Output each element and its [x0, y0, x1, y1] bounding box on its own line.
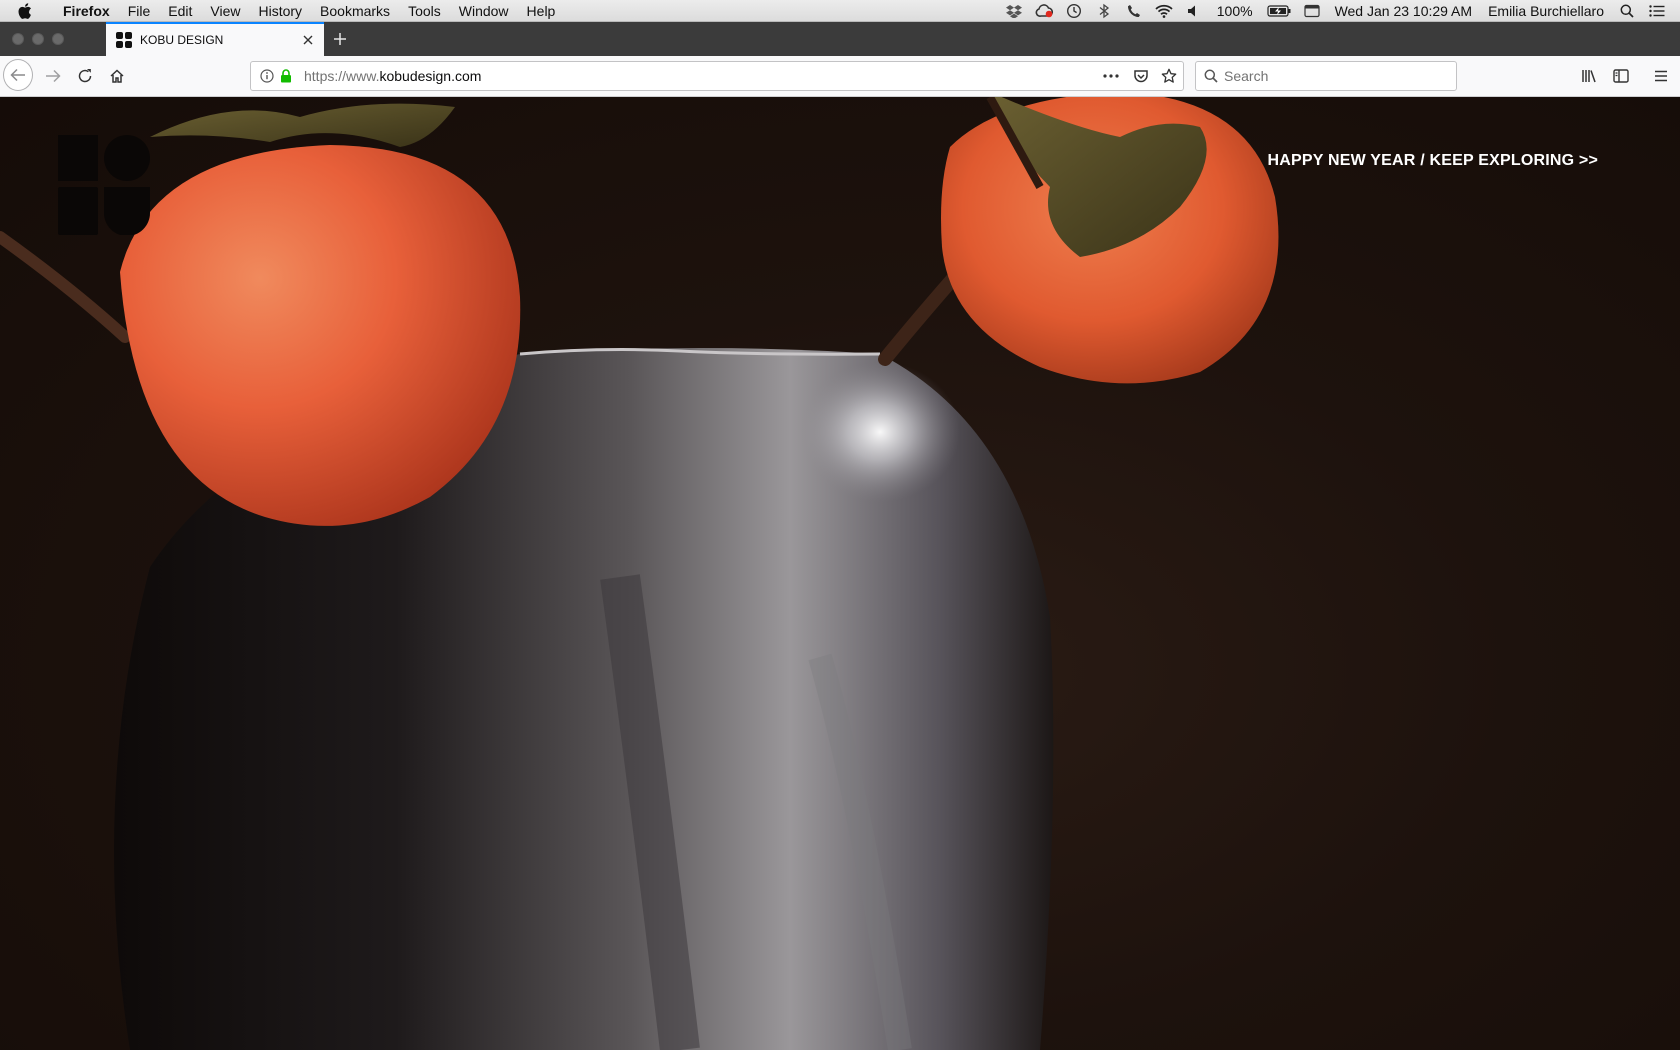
url-prefix: https://www. — [304, 68, 380, 84]
navigation-toolbar: https://www.kobudesign.com — [0, 56, 1680, 97]
menu-edit[interactable]: Edit — [159, 0, 201, 22]
happy-new-year-link[interactable]: HAPPY NEW YEAR / KEEP EXPLORING >> — [1268, 152, 1598, 170]
menu-help[interactable]: Help — [518, 0, 565, 22]
user-account-name[interactable]: Emilia Burchiellaro — [1488, 3, 1604, 19]
wifi-icon[interactable] — [1155, 3, 1173, 19]
bookmark-star-icon[interactable] — [1161, 68, 1177, 84]
clock-datetime[interactable]: Wed Jan 23 10:29 AM — [1335, 3, 1473, 19]
pocket-icon[interactable] — [1133, 68, 1149, 84]
page-hero: HAPPY NEW YEAR / KEEP EXPLORING >> — [0, 97, 1680, 1050]
secure-lock-icon — [280, 69, 292, 83]
search-input[interactable] — [1224, 68, 1444, 84]
home-icon — [110, 69, 124, 83]
url-bar[interactable]: https://www.kobudesign.com — [250, 61, 1184, 91]
hero-photo-persimmons-vase — [0, 97, 1279, 1050]
menu-view[interactable]: View — [201, 0, 249, 22]
library-button[interactable] — [1574, 61, 1604, 91]
battery-percentage: 100% — [1216, 3, 1253, 19]
search-bar[interactable] — [1195, 61, 1457, 91]
notification-center-icon[interactable] — [1648, 3, 1666, 19]
forward-arrow-icon — [46, 69, 61, 83]
open-menu-button[interactable] — [1646, 61, 1676, 91]
battery-icon[interactable] — [1266, 3, 1291, 19]
calendar-icon[interactable] — [1303, 3, 1321, 19]
menu-app-name[interactable]: Firefox — [54, 0, 119, 22]
time-machine-icon[interactable] — [1065, 3, 1083, 19]
kobu-favicon-icon — [116, 32, 132, 48]
tab-close-icon[interactable] — [300, 32, 316, 48]
tab-title: KOBU DESIGN — [140, 33, 224, 47]
minimize-window-button[interactable] — [32, 33, 44, 45]
page-actions-menu-icon[interactable] — [1103, 74, 1119, 78]
sidebar-toggle-button[interactable] — [1606, 61, 1636, 91]
spotlight-search-icon[interactable] — [1618, 3, 1636, 19]
search-icon — [1204, 69, 1218, 83]
url-text[interactable]: https://www.kobudesign.com — [304, 68, 481, 84]
macos-menubar: Firefox File Edit View History Bookmarks… — [0, 0, 1680, 22]
reload-button[interactable] — [70, 61, 100, 91]
menu-bookmarks[interactable]: Bookmarks — [311, 0, 399, 22]
tab-kobu-design[interactable]: KOBU DESIGN — [106, 22, 324, 56]
dropbox-icon[interactable] — [1005, 3, 1023, 19]
creative-cloud-icon[interactable] — [1035, 3, 1053, 19]
sidebar-icon — [1613, 69, 1629, 83]
menu-window[interactable]: Window — [450, 0, 518, 22]
volume-icon[interactable] — [1185, 3, 1203, 19]
library-icon — [1582, 70, 1596, 83]
menubar-status-area: 100% Wed Jan 23 10:29 AM Emilia Burchiel… — [999, 0, 1680, 22]
menu-file[interactable]: File — [119, 0, 160, 22]
kobu-logo-mark-icon — [58, 135, 150, 236]
phone-icon[interactable] — [1125, 3, 1143, 19]
forward-button[interactable] — [38, 61, 68, 91]
url-domain: kobudesign.com — [379, 68, 482, 84]
reload-icon — [78, 69, 92, 83]
tab-strip: KOBU DESIGN — [0, 22, 1680, 56]
apple-menu-icon[interactable] — [18, 0, 38, 22]
zoom-window-button[interactable] — [52, 33, 64, 45]
bluetooth-icon[interactable] — [1095, 3, 1113, 19]
url-bar-actions — [1103, 62, 1177, 90]
menu-tools[interactable]: Tools — [399, 0, 450, 22]
back-arrow-icon — [3, 59, 33, 91]
new-tab-button[interactable] — [324, 22, 356, 56]
home-button[interactable] — [102, 61, 132, 91]
site-info-icon[interactable] — [260, 69, 274, 83]
menu-history[interactable]: History — [249, 0, 311, 22]
close-window-button[interactable] — [12, 33, 24, 45]
hamburger-menu-icon — [1655, 70, 1667, 82]
window-controls — [0, 22, 106, 56]
kobu-logo[interactable] — [58, 135, 150, 236]
back-button[interactable] — [3, 59, 33, 91]
